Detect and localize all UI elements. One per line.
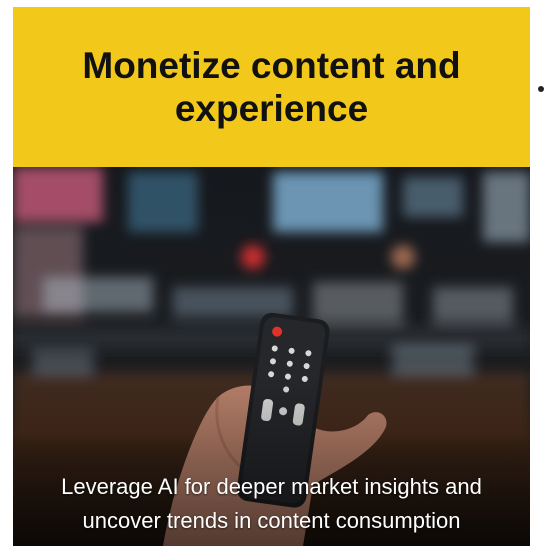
hero-image: Leverage AI for deeper market insights a… (13, 167, 530, 546)
card-title: Monetize content and experience (82, 45, 461, 129)
card-header: Monetize content and experience (13, 7, 530, 167)
carousel-dot-icon[interactable] (538, 86, 544, 92)
card-caption: Leverage AI for deeper market insights a… (61, 474, 482, 533)
feature-card[interactable]: Monetize content and experience Leverage… (13, 7, 530, 546)
